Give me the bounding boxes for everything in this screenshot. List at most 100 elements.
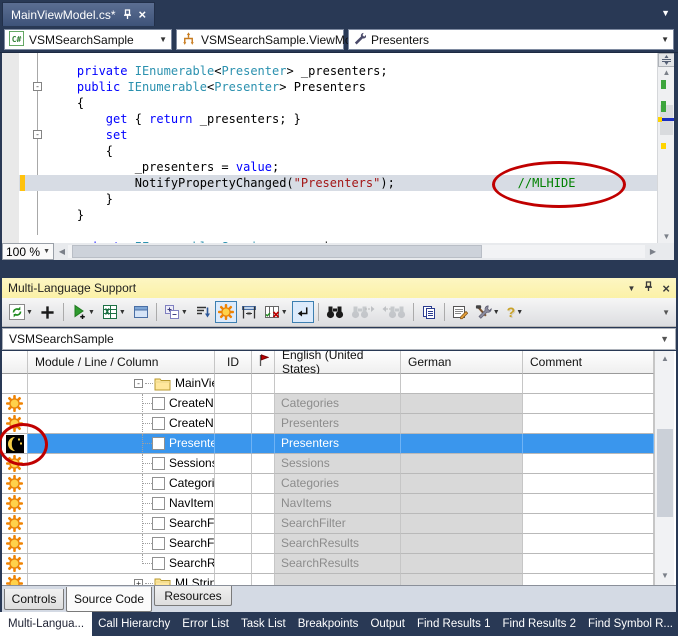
cell-flag[interactable]	[252, 454, 275, 474]
pin-icon[interactable]	[644, 281, 653, 295]
table-row[interactable]: SearchResults+6SearchResults	[2, 554, 654, 574]
window-tab-find-results-1[interactable]: Find Results 1	[411, 612, 497, 636]
table-row[interactable]: CreateNavigation+4Categories	[2, 394, 654, 414]
scroll-right-icon[interactable]: ▶	[647, 245, 659, 258]
toolbar-tools-button[interactable]: ▼	[472, 301, 503, 323]
chevron-down-icon[interactable]: ▼	[660, 334, 669, 344]
cell-module[interactable]: Categories+6	[28, 474, 215, 494]
cell-module[interactable]: +MLString.cs	[28, 574, 215, 585]
fold-toggle[interactable]: -	[33, 82, 42, 91]
row-checkbox[interactable]	[152, 477, 165, 490]
row-checkbox[interactable]	[152, 397, 165, 410]
cell-comment[interactable]	[523, 394, 654, 414]
tab-list-chevron-icon[interactable]: ▼	[661, 8, 670, 18]
cell-flag[interactable]	[252, 554, 275, 574]
grid-vertical-scrollbar[interactable]: ▲ ▼	[654, 351, 674, 585]
toolbar-sort-rows-button[interactable]	[192, 301, 214, 323]
cell-comment[interactable]	[523, 574, 654, 585]
cell-german[interactable]	[401, 534, 523, 554]
cell-comment[interactable]	[523, 374, 654, 394]
tree-expand-toggle[interactable]: -	[134, 379, 143, 388]
breakpoint-margin[interactable]	[2, 53, 19, 243]
toolbar-run-add-button[interactable]: ▼	[68, 301, 98, 323]
chevron-down-icon[interactable]: ▼	[88, 309, 95, 316]
cell-flag[interactable]	[252, 434, 275, 454]
cell-id[interactable]	[215, 534, 252, 554]
cell-flag[interactable]	[252, 514, 275, 534]
cell-english[interactable]: Presenters	[275, 414, 401, 434]
scrollbar-thumb[interactable]	[657, 429, 673, 517]
fold-toggle[interactable]: -	[33, 130, 42, 139]
cell-german[interactable]	[401, 394, 523, 414]
window-tab-output[interactable]: Output	[364, 612, 411, 636]
toolbar-find-button[interactable]	[323, 301, 347, 323]
code-line[interactable]: private IEnumerable<Presenter> _presente…	[19, 63, 657, 79]
close-icon[interactable]: ×	[139, 8, 147, 21]
code-line[interactable]: public IEnumerable<Presenter> Presenters	[19, 79, 657, 95]
cell-german[interactable]	[401, 414, 523, 434]
cell-german[interactable]	[401, 494, 523, 514]
scrollbar-thumb[interactable]	[72, 245, 482, 258]
window-tab-error-list[interactable]: Error List	[176, 612, 235, 636]
toolbar-form-view-button[interactable]	[130, 301, 152, 323]
table-row[interactable]: -MainViewModel.cs	[2, 374, 654, 394]
chevron-down-icon[interactable]: ▼	[493, 309, 500, 316]
cell-flag[interactable]	[252, 414, 275, 434]
toolbar-refresh-button[interactable]: ▼	[6, 301, 36, 323]
toolbar-overflow-icon[interactable]: ▼	[662, 308, 672, 317]
code-line[interactable]: get { return _presenters; }	[19, 111, 657, 127]
cell-flag[interactable]	[252, 474, 275, 494]
cell-english[interactable]: SearchResults	[275, 534, 401, 554]
cell-flag[interactable]	[252, 374, 275, 394]
row-checkbox[interactable]	[152, 437, 165, 450]
cell-english[interactable]: Sessions	[275, 454, 401, 474]
code-line[interactable]	[19, 47, 657, 63]
panel-tab-source-code[interactable]: Source Code	[66, 587, 152, 612]
cell-id[interactable]	[215, 474, 252, 494]
cell-german[interactable]	[401, 554, 523, 574]
window-tab-find-results-2[interactable]: Find Results 2	[496, 612, 582, 636]
code-line[interactable]: set	[19, 127, 657, 143]
cell-module[interactable]: CreateNavigation+8	[28, 414, 215, 434]
code-line[interactable]	[19, 223, 657, 239]
scroll-down-icon[interactable]: ▼	[658, 231, 675, 243]
column-header-module[interactable]: Module / Line / Column	[28, 351, 215, 374]
close-icon[interactable]: ×	[662, 281, 670, 296]
cell-module[interactable]: Sessions+6	[28, 454, 215, 474]
panel-titlebar[interactable]: Multi-Language Support ▼ ×	[2, 278, 676, 298]
cell-id[interactable]	[215, 414, 252, 434]
editor-horizontal-scrollbar[interactable]	[68, 245, 645, 258]
scroll-down-icon[interactable]: ▼	[655, 570, 675, 582]
cell-id[interactable]	[215, 394, 252, 414]
panel-tab-controls[interactable]: Controls	[4, 589, 64, 610]
cell-german[interactable]	[401, 574, 523, 585]
cell-comment[interactable]	[523, 414, 654, 434]
column-header-flag[interactable]	[252, 351, 275, 374]
pin-icon[interactable]	[123, 9, 132, 20]
chevron-down-icon[interactable]: ▼	[159, 35, 167, 44]
table-row[interactable]: Categories+6Categories	[2, 474, 654, 494]
cell-english[interactable]: SearchFilter	[275, 514, 401, 534]
table-row[interactable]: Presenters+6 Presenters	[2, 434, 654, 454]
cell-comment[interactable]	[523, 534, 654, 554]
cell-id[interactable]	[215, 574, 252, 585]
toolbar-column-width-button[interactable]	[238, 301, 260, 323]
cell-english[interactable]: Presenters	[275, 434, 401, 454]
cell-module[interactable]: Presenters+6	[28, 434, 215, 454]
row-checkbox[interactable]	[152, 537, 165, 550]
row-checkbox[interactable]	[152, 497, 165, 510]
cell-german[interactable]	[401, 514, 523, 534]
column-header-gutter[interactable]	[2, 351, 28, 374]
code-line[interactable]: _presenters = value;	[19, 159, 657, 175]
toolbar-show-state-button[interactable]	[215, 301, 237, 323]
toolbar-find-next-button[interactable]	[348, 301, 378, 323]
cell-comment[interactable]	[523, 554, 654, 574]
cell-english[interactable]: SearchResults	[275, 554, 401, 574]
code-line[interactable]: }	[19, 191, 657, 207]
toolbar-copy-button[interactable]	[418, 301, 440, 323]
cell-id[interactable]	[215, 514, 252, 534]
row-checkbox[interactable]	[152, 557, 165, 570]
window-tab-task-list[interactable]: Task List	[235, 612, 292, 636]
splitter-grip-icon[interactable]	[658, 53, 675, 67]
scroll-up-icon[interactable]: ▲	[658, 67, 675, 79]
